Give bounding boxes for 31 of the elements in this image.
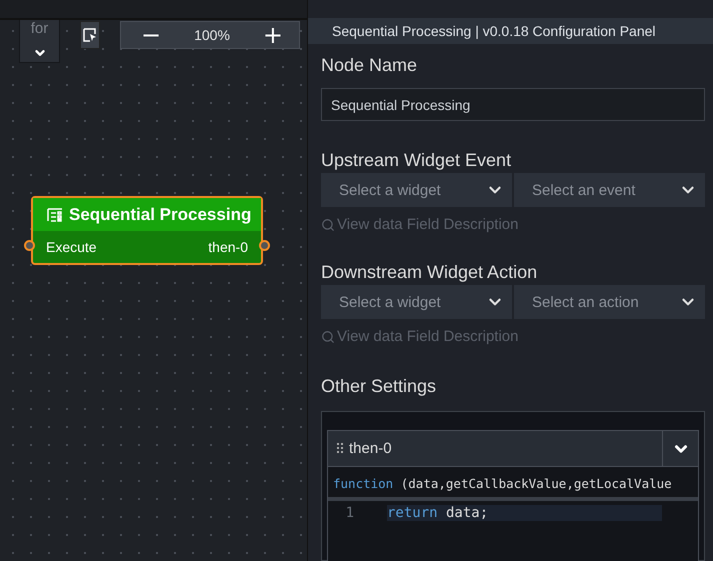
input-port[interactable]: [24, 240, 35, 251]
panel-title: Sequential Processing | v0.0.18 Configuration Panel: [308, 18, 713, 44]
field-description-link[interactable]: View data Field Description: [321, 216, 518, 233]
cursor-square-icon: [83, 28, 97, 42]
section-label: Upstream Widget Event: [321, 149, 512, 172]
drag-handle-icon[interactable]: [337, 442, 343, 454]
node-title: Sequential Processing: [69, 204, 252, 224]
node-name-field[interactable]: Sequential Processing: [321, 88, 705, 121]
select-field[interactable]: Select an event: [514, 173, 705, 207]
section-label: Node Name: [321, 54, 418, 77]
select-field[interactable]: Select a widget: [321, 285, 512, 319]
flow-node[interactable]: Sequential Processing Execute then-0: [31, 196, 263, 265]
select-field[interactable]: Select a widget: [321, 173, 512, 207]
branch-name: then-0: [349, 440, 392, 457]
select-field[interactable]: Select an action: [514, 285, 705, 319]
line-number: 1: [344, 505, 354, 521]
section-label: Other Settings: [321, 375, 438, 398]
field-description-link[interactable]: View data Field Description: [321, 328, 518, 345]
input-port-label: Execute: [46, 239, 97, 255]
list-icon: [47, 208, 63, 222]
zoom-out-button[interactable]: −: [141, 23, 162, 47]
section-label: Downstream Widget Action: [321, 261, 538, 284]
zoom-level: 100%: [194, 27, 230, 43]
function-signature: function (data,getCallbackValue,getLocalValue: [328, 467, 698, 501]
select-tool-button[interactable]: [80, 21, 100, 49]
search-icon: [321, 218, 335, 232]
zoom-in-button[interactable]: +: [262, 23, 283, 47]
output-port-label: then-0: [208, 239, 248, 255]
output-port[interactable]: [259, 240, 270, 251]
dropdown[interactable]: for: [19, 20, 60, 63]
search-icon: [321, 330, 335, 344]
